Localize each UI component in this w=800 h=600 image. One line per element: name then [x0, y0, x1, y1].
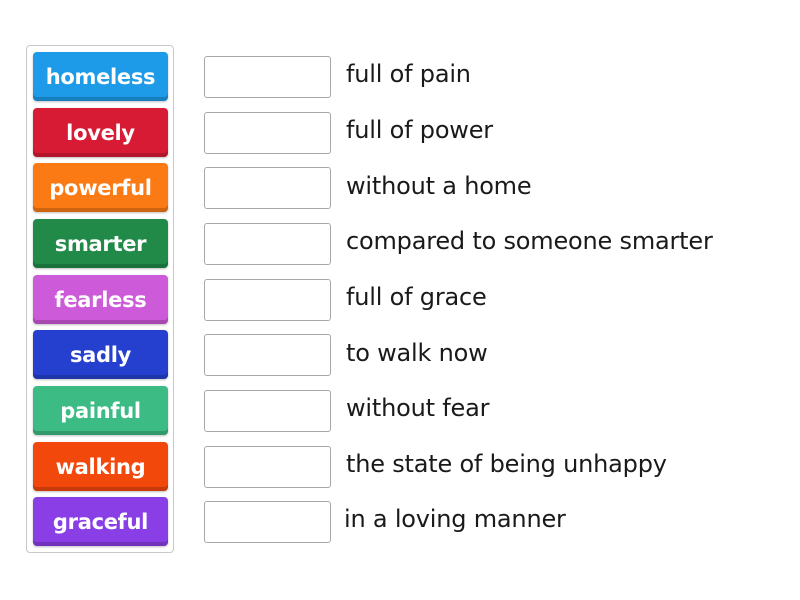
- clue-text: in a loving manner: [344, 505, 566, 533]
- answer-tile-bank: homeless lovely powerful smarter fearles…: [26, 45, 174, 553]
- answer-tile-lovely[interactable]: lovely: [33, 108, 168, 157]
- clue-text: to walk now: [346, 339, 488, 367]
- drop-slot[interactable]: [204, 390, 331, 432]
- answer-tile-painful[interactable]: painful: [33, 386, 168, 435]
- answer-tile-fearless[interactable]: fearless: [33, 275, 168, 324]
- answer-tile-powerful[interactable]: powerful: [33, 163, 168, 212]
- answer-tile-graceful[interactable]: graceful: [33, 497, 168, 546]
- answer-tile-homeless[interactable]: homeless: [33, 52, 168, 101]
- clue-text: without a home: [346, 172, 532, 200]
- drop-slot[interactable]: [204, 279, 331, 321]
- drop-slot[interactable]: [204, 334, 331, 376]
- clue-text: without fear: [346, 394, 490, 422]
- drop-slot[interactable]: [204, 501, 331, 543]
- drop-slot[interactable]: [204, 223, 331, 265]
- drop-slot[interactable]: [204, 446, 331, 488]
- drop-slot[interactable]: [204, 56, 331, 98]
- answer-tile-walking[interactable]: walking: [33, 442, 168, 491]
- clue-text: full of power: [346, 116, 493, 144]
- drop-slot[interactable]: [204, 112, 331, 154]
- answer-tile-smarter[interactable]: smarter: [33, 219, 168, 268]
- drop-slot[interactable]: [204, 167, 331, 209]
- clue-text: compared to someone smarter: [346, 227, 713, 255]
- clue-text: full of pain: [346, 60, 471, 88]
- answer-tile-sadly[interactable]: sadly: [33, 330, 168, 379]
- clue-text: the state of being unhappy: [346, 450, 667, 478]
- clue-text: full of grace: [346, 283, 487, 311]
